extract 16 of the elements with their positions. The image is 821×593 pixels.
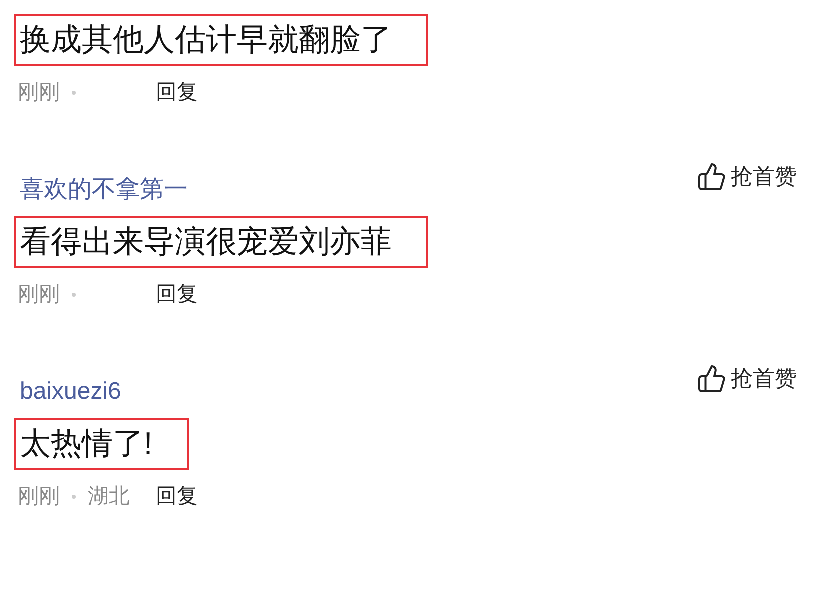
thumbs-up-icon (697, 364, 727, 394)
thumbs-up-icon (697, 162, 727, 192)
reply-link[interactable]: 回复 (156, 481, 198, 513)
username[interactable]: baixuezi6 (20, 374, 122, 410)
timestamp: 刚刚 (18, 80, 60, 106)
like-button[interactable]: 抢首赞 (697, 362, 797, 395)
username[interactable]: 喜欢的不拿第一 (20, 172, 188, 208)
comment-text: 看得出来导演很宠爱刘亦菲 (14, 216, 428, 268)
reply-link[interactable]: 回复 (156, 279, 198, 311)
timestamp: 刚刚 (18, 484, 60, 510)
timestamp: 刚刚 (18, 282, 60, 308)
comment-text: 换成其他人估计早就翻脸了 (14, 14, 428, 66)
location: 湖北 (88, 484, 130, 510)
reply-link[interactable]: 回复 (156, 77, 198, 109)
comment-text: 太热情了! (14, 418, 189, 470)
like-button[interactable]: 抢首赞 (697, 160, 797, 193)
